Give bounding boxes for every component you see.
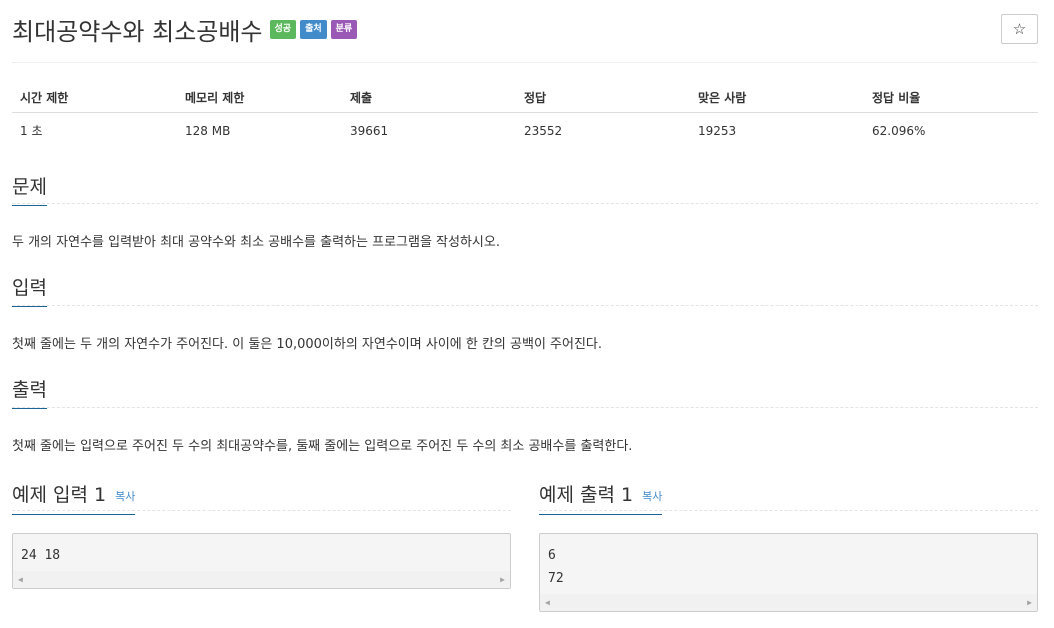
section-divider [539,510,1038,511]
copy-sample-output-link[interactable]: 복사 [642,488,662,507]
section-divider [12,407,1038,408]
time-limit-value: 1 초 [20,124,43,138]
scroll-left-icon[interactable]: ◀ [545,598,550,607]
sample-output-box[interactable]: 6 72 ◀ ▶ [539,533,1038,612]
accepted-value: 23552 [524,123,563,138]
success-label[interactable]: 성공 [269,20,297,39]
description-text: 두 개의 자연수를 입력받아 최대 공약수와 최소 공배수를 출력하는 프로그램… [12,235,500,250]
scroll-right-icon[interactable]: ▶ [500,575,505,584]
sample-output-title: 예제 출력 1 [539,484,634,506]
scroll-right-icon[interactable]: ▶ [1027,598,1032,607]
description-heading: 문제 [12,172,47,206]
output-text: 첫째 줄에는 입력으로 주어진 두 수의 최대공약수를, 둘째 줄에는 입력으로… [12,439,633,454]
table-header: 메모리 제한 [177,82,342,113]
sample-input-box[interactable]: 24 18 ◀ ▶ [12,533,511,589]
submissions-value: 39661 [350,123,389,138]
input-text: 첫째 줄에는 두 개의 자연수가 주어진다. 이 둘은 10,000이하의 자연… [12,337,603,352]
table-header: 정답 비율 [864,82,1038,113]
source-label[interactable]: 출처 [300,20,327,39]
title-row: 최대공약수와 최소공배수 성공 출처 분류 [12,12,358,47]
horizontal-scrollbar[interactable]: ◀ ▶ [13,571,510,588]
section-divider [12,305,1038,306]
input-heading: 입력 [12,273,47,307]
table-header-row: 시간 제한 메모리 제한 제출 정답 맞은 사람 정답 비율 [12,82,1038,113]
section-divider [12,203,1038,204]
sample-output-content: 6 72 [540,534,1037,590]
memory-limit-value: 128 MB [185,123,231,138]
problem-info-table: 시간 제한 메모리 제한 제출 정답 맞은 사람 정답 비율 1 초 128 M… [12,82,1038,148]
table-row: 1 초 128 MB 39661 23552 19253 62.096% [12,113,1038,149]
page-title: 최대공약수와 최소공배수 [12,18,263,46]
solved-users-value: 19253 [698,123,737,138]
star-icon: ☆ [1012,20,1027,38]
title-divider [12,62,1038,63]
section-divider [12,510,511,511]
table-header: 맞은 사람 [690,82,864,113]
table-header: 정답 [516,82,690,113]
accept-ratio-value: 62.096% [872,123,926,138]
favorite-button[interactable]: ☆ [1001,14,1038,44]
table-header: 제출 [342,82,516,113]
sample-input-title: 예제 입력 1 [12,484,107,506]
sample-output-line: 6 [548,548,556,563]
sample-output-line: 72 [548,571,564,586]
sample-input-content: 24 18 [21,548,61,563]
table-header: 시간 제한 [12,82,177,113]
category-label[interactable]: 분류 [330,20,358,39]
horizontal-scrollbar[interactable]: ◀ ▶ [540,594,1037,611]
output-heading: 출력 [12,375,47,409]
scroll-left-icon[interactable]: ◀ [18,575,23,584]
copy-sample-input-link[interactable]: 복사 [115,488,135,507]
